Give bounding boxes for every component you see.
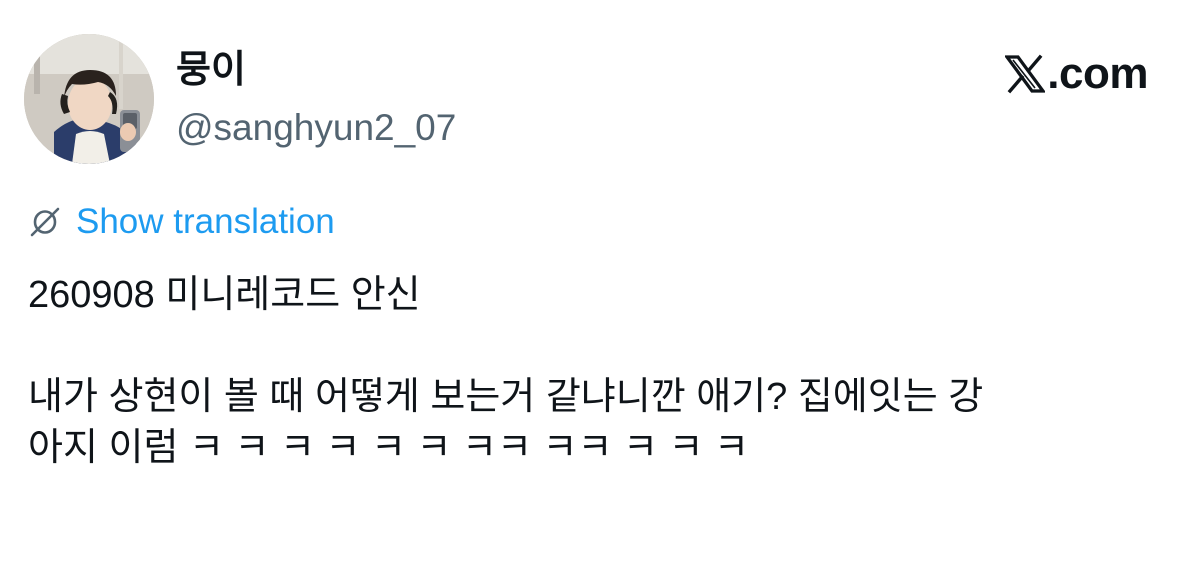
avatar[interactable] bbox=[24, 34, 154, 164]
tweet-line: 내가 상현이 볼 때 어떻게 보는거 같냐니깐 애기? 집에잇는 강 bbox=[28, 376, 984, 418]
globe-slash-icon bbox=[28, 205, 62, 239]
avatar-image bbox=[24, 34, 154, 164]
x-logo-icon bbox=[1005, 54, 1046, 94]
tweet-body: 260908 미니레코드 안신 내가 상현이 볼 때 어떻게 보는거 같냐니깐 … bbox=[28, 270, 1178, 474]
x-com-brand: .com bbox=[1005, 50, 1148, 98]
show-translation-button[interactable]: Show translation bbox=[28, 200, 335, 244]
show-translation-label[interactable]: Show translation bbox=[76, 200, 335, 244]
tweet-card: 뭉이 @sanghyun2_07 .com Show translation 2… bbox=[0, 0, 1200, 562]
author-display-name[interactable]: 뭉이 bbox=[176, 48, 246, 92]
tweet-line: 260908 미니레코드 안신 bbox=[28, 274, 421, 316]
brand-domain-text: .com bbox=[1047, 49, 1148, 98]
author-handle[interactable]: @sanghyun2_07 bbox=[176, 106, 456, 150]
tweet-line: 아지 이럼 ㅋ ㅋ ㅋ ㅋ ㅋ ㅋ ㅋㅋ ㅋㅋ ㅋ ㅋ ㅋ bbox=[28, 427, 750, 469]
